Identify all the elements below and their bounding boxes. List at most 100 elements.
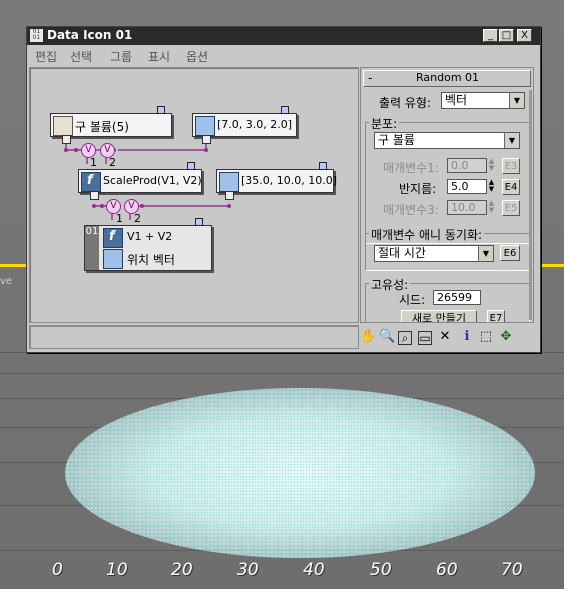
node-label: 구 볼륨(5) [75, 120, 129, 134]
node-scaleprod[interactable]: f ScaleProd(V1, V2) [78, 162, 202, 193]
ruler-tick: 40 [303, 560, 325, 580]
output-type-select[interactable]: 벡터 ▼ [441, 92, 525, 109]
vector-arrow-icon [219, 172, 239, 192]
chevron-down-icon: ▼ [509, 93, 524, 108]
spinner-arrows-icon[interactable]: ▲ ▼ [487, 158, 496, 173]
viewport-label: ve [0, 276, 13, 287]
output-pin[interactable] [157, 106, 165, 114]
output-type-value: 벡터 [445, 93, 468, 107]
wire-layer [64, 138, 231, 220]
node-vector-1[interactable]: [7.0, 3.0, 2.0] [192, 106, 297, 137]
info-icon[interactable]: i [459, 329, 475, 345]
radius-spinner[interactable]: 5.0 [447, 179, 487, 194]
radius-label: 반지름: [399, 182, 437, 196]
anim-sync-value: 절대 시간 [378, 246, 426, 260]
title-bar[interactable]: 01 01 Data Icon 01 _ □ X [27, 27, 540, 45]
output-pin[interactable] [319, 162, 327, 170]
hand-icon[interactable]: ✋ [360, 329, 376, 345]
new-seed-expose-button[interactable]: E7 [487, 310, 505, 322]
output-vector-icon [103, 249, 123, 269]
spinner-arrows-icon[interactable]: ▲ ▼ [487, 200, 496, 215]
chevron-down-icon: ▼ [478, 246, 493, 261]
param3-expose-button[interactable]: E5 [502, 200, 520, 216]
distribution-label: 분포: [369, 115, 400, 132]
close-button[interactable]: X [517, 29, 532, 42]
zoom-region-icon[interactable]: ⌕ [398, 331, 412, 345]
menu-bar: 편집 선택 그룹 표시 옵션 [27, 45, 540, 65]
output-pin[interactable] [195, 218, 203, 226]
menu-options[interactable]: 옵션 [186, 48, 208, 65]
anim-sync-select[interactable]: 절대 시간 ▼ [374, 245, 494, 262]
node-position-vector[interactable]: 01 f V1 + V2 위치 벡터 [84, 218, 212, 271]
new-seed-button[interactable]: 새로 만들기 [401, 310, 477, 322]
input-pin[interactable] [225, 191, 234, 200]
spinner-arrows-icon[interactable]: ▲ ▼ [487, 179, 496, 194]
output-pin[interactable] [187, 162, 195, 170]
zoom-icon[interactable]: 🔍 [379, 329, 395, 345]
param1-spinner[interactable]: 0.0 [447, 158, 487, 173]
chevron-down-icon: ▼ [504, 133, 519, 148]
node-label: V1 + V2 [127, 230, 173, 243]
zoom-extents-icon[interactable]: ▭ [418, 331, 432, 345]
node-badge: 01 [85, 226, 99, 270]
menu-group[interactable]: 그룹 [110, 48, 132, 65]
distribution-value: 구 볼륨 [378, 133, 415, 147]
pin-number: 1 [90, 156, 97, 169]
radius-expose-button[interactable]: E4 [502, 179, 520, 195]
node-label: [35.0, 10.0, 10.0] [241, 174, 338, 187]
minimize-button[interactable]: _ [483, 29, 498, 42]
delete-icon[interactable]: ✕ [437, 329, 453, 345]
node-label: ScaleProd(V1, V2) [103, 174, 202, 187]
ruler-tick: 50 [370, 560, 392, 580]
output-type-label: 출력 유형: [379, 96, 432, 110]
select-icon[interactable]: ⬚ [478, 329, 494, 345]
node-canvas[interactable]: 구 볼륨(5) [7.0, 3.0, 2.0] V V 1 2 f ScaleP… [29, 67, 359, 323]
pin-number: 2 [134, 212, 141, 225]
ruler-tick: 10 [106, 560, 128, 580]
maximize-button[interactable]: □ [499, 29, 514, 42]
input-pin[interactable] [90, 191, 99, 200]
menu-select[interactable]: 선택 [70, 48, 92, 65]
panel-scrollbar[interactable] [529, 90, 532, 320]
function-icon: f [103, 228, 123, 248]
param1-label: 매개변수1: [383, 161, 439, 175]
param3-spinner[interactable]: 10.0 [447, 200, 487, 215]
data-icon-window: 01 01 Data Icon 01 _ □ X 편집 선택 그룹 표시 옵션 [26, 26, 541, 353]
node-vector-2[interactable]: [35.0, 10.0, 10.0] [216, 162, 338, 193]
output-pin[interactable] [281, 106, 289, 114]
collapse-icon: - [368, 71, 373, 85]
volume-icon [53, 116, 73, 136]
ruler-tick: 60 [436, 560, 458, 580]
status-bar [29, 325, 359, 349]
ruler-tick: 30 [237, 560, 259, 580]
pin-number: 2 [109, 156, 116, 169]
particle-cloud-dots [65, 388, 535, 558]
rollout-header[interactable]: - Random 01 [363, 70, 531, 87]
param3-label: 매개변수3: [383, 203, 439, 217]
window-title: Data Icon 01 [47, 28, 133, 42]
node-sphere-volume[interactable]: 구 볼륨(5) [50, 106, 172, 137]
seed-label: 시드: [399, 293, 426, 307]
ruler-tick: 20 [171, 560, 193, 580]
input-pin[interactable] [62, 135, 71, 144]
seed-field[interactable]: 26599 [433, 290, 481, 305]
input-pin[interactable] [202, 135, 211, 144]
window-icon: 01 01 [30, 29, 43, 42]
move-icon[interactable]: ✥ [498, 329, 514, 345]
ruler-tick: 0 [52, 560, 63, 580]
rollout-title: Random 01 [416, 71, 480, 84]
vector-arrow-icon [195, 116, 215, 136]
param1-expose-button[interactable]: E3 [502, 158, 520, 174]
ruler [0, 548, 564, 589]
anim-sync-label: 매개변수 애니 동기화: [369, 226, 485, 243]
menu-display[interactable]: 표시 [148, 48, 170, 65]
node-sublabel: 위치 벡터 [127, 253, 175, 267]
anim-sync-expose-button[interactable]: E6 [500, 245, 520, 261]
distribution-select[interactable]: 구 볼륨 ▼ [374, 132, 520, 149]
function-icon: f [81, 172, 101, 192]
menu-edit[interactable]: 편집 [35, 48, 57, 65]
pin-number: 1 [116, 212, 123, 225]
node-label: [7.0, 3.0, 2.0] [217, 118, 293, 131]
ruler-tick: 70 [501, 560, 523, 580]
random-params-panel: - Random 01 출력 유형: 벡터 ▼ 분포: 구 볼륨 ▼ 매개변수1… [360, 67, 534, 323]
